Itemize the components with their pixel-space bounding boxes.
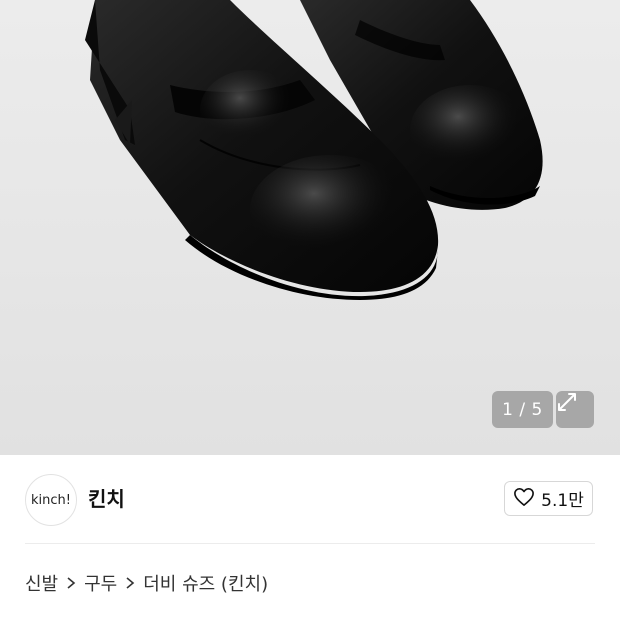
like-button[interactable]: 5.1만 (504, 481, 593, 516)
section-divider (25, 543, 595, 544)
breadcrumb-item-dress-shoes[interactable]: 구두 (84, 570, 117, 596)
breadcrumb-item-derby-shoes[interactable]: 더비 슈즈 (킨치) (143, 570, 268, 596)
store-info-row: kinch! 킨치 5.1만 (0, 455, 620, 543)
breadcrumb-item-shoes[interactable]: 신발 (25, 570, 58, 596)
expand-button[interactable] (556, 391, 594, 428)
chevron-right-icon (125, 576, 135, 590)
like-count: 5.1만 (541, 491, 584, 511)
image-counter: 1 / 5 (492, 391, 553, 428)
store-name[interactable]: 킨치 (88, 483, 125, 512)
store-logo[interactable]: kinch! (25, 474, 77, 526)
chevron-right-icon (66, 576, 76, 590)
heart-outline-icon (513, 487, 535, 511)
store-logo-text: kinch! (31, 492, 71, 508)
product-image-loafers (85, 0, 543, 300)
product-image-gallery[interactable]: 1 / 5 (0, 0, 620, 455)
breadcrumb: 신발 구두 더비 슈즈 (킨치) (25, 570, 268, 596)
